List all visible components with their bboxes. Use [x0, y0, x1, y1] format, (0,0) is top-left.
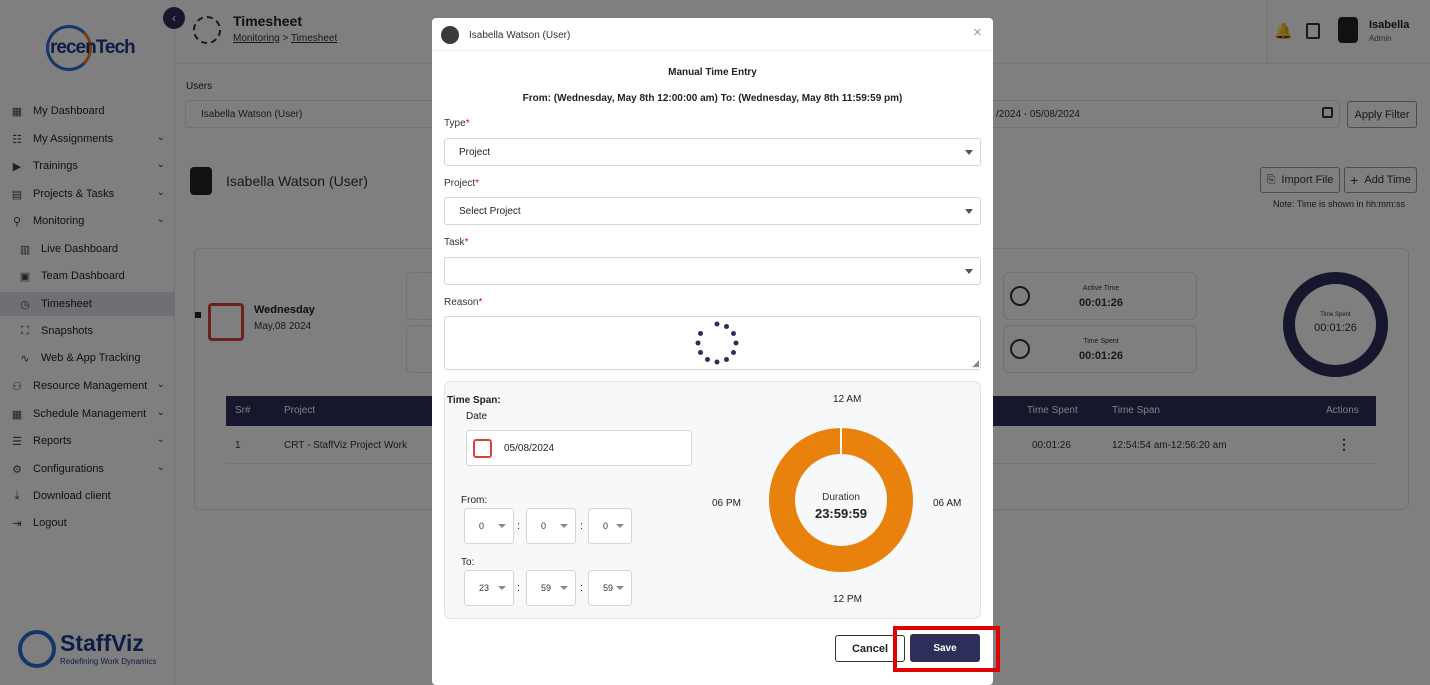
date-label: Date	[466, 411, 488, 422]
task-label: Task*	[444, 237, 469, 248]
chevron-down-icon	[616, 524, 624, 528]
chevron-down-icon	[616, 586, 624, 590]
chevron-down-icon	[560, 524, 568, 528]
save-button[interactable]: Save	[910, 634, 980, 662]
chevron-down-icon	[965, 269, 973, 274]
chevron-down-icon	[560, 586, 568, 590]
from-hour-select[interactable]: 0	[464, 508, 514, 544]
time-span-label: Time Span:	[447, 395, 501, 406]
project-select[interactable]: Select Project	[444, 197, 981, 225]
resize-handle-icon[interactable]: ◢	[972, 358, 979, 369]
chevron-down-icon	[965, 209, 973, 214]
to-second-select[interactable]: 59	[588, 570, 632, 606]
from-label: From:	[461, 495, 488, 506]
modal-header-name: Isabella Watson (User)	[469, 30, 571, 41]
time-span-panel: Time Span: Date 05/08/2024 From: 0 : 0 :…	[444, 381, 981, 619]
loading-spinner-icon	[695, 321, 739, 365]
date-picker[interactable]: 05/08/2024	[466, 430, 692, 466]
calendar-icon	[473, 439, 492, 458]
manual-time-entry-modal: Isabella Watson (User) × Manual Time Ent…	[432, 18, 1000, 685]
from-minute-select[interactable]: 0	[526, 508, 576, 544]
date-value: 05/08/2024	[504, 443, 555, 454]
chevron-down-icon	[498, 524, 506, 528]
reason-label: Reason*	[444, 297, 483, 308]
modal-title: Manual Time Entry	[668, 67, 757, 78]
to-minute-select[interactable]: 59	[526, 570, 576, 606]
modal-avatar	[441, 26, 459, 44]
type-label: Type*	[444, 118, 470, 129]
clock-label-right: 06 AM	[933, 498, 962, 509]
duration-label: Duration	[822, 492, 860, 503]
to-label: To:	[461, 557, 475, 568]
modal-range: From: (Wednesday, May 8th 12:00:00 am) T…	[522, 93, 903, 104]
reason-textarea[interactable]: ◢	[444, 316, 981, 370]
clock-label-bottom: 12 PM	[833, 594, 862, 605]
duration-value: 23:59:59	[814, 506, 868, 521]
to-hour-select[interactable]: 23	[464, 570, 514, 606]
chevron-down-icon	[965, 150, 973, 155]
close-icon[interactable]: ×	[973, 24, 982, 41]
project-label: Project*	[444, 178, 480, 189]
chevron-down-icon	[498, 586, 506, 590]
from-second-select[interactable]: 0	[588, 508, 632, 544]
type-select[interactable]: Project	[444, 138, 981, 166]
task-select[interactable]	[444, 257, 981, 285]
clock-label-left: 06 PM	[712, 498, 741, 509]
clock-label-top: 12 AM	[833, 394, 862, 405]
